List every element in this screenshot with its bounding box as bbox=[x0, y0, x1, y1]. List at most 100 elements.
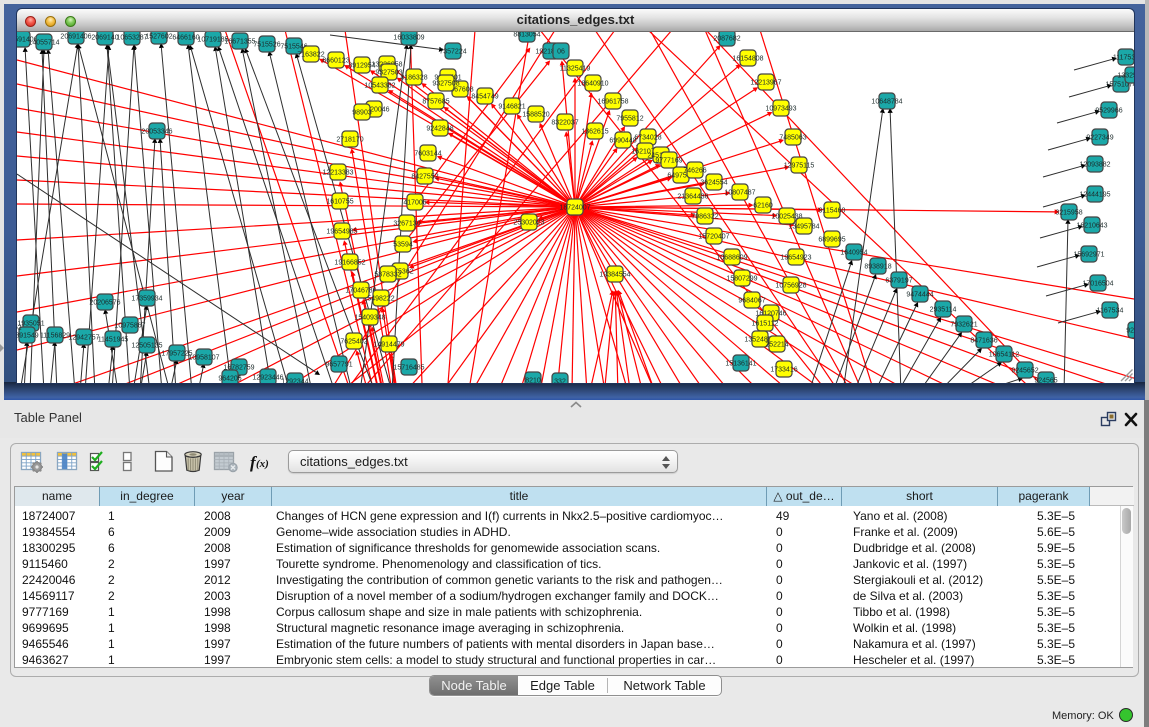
svg-text:15136141: 15136141 bbox=[725, 361, 756, 368]
svg-text:1588520: 1588520 bbox=[522, 112, 549, 119]
svg-text:2069140: 2069140 bbox=[91, 35, 118, 42]
svg-text:18724007: 18724007 bbox=[559, 205, 590, 212]
svg-text:7986322: 7986322 bbox=[691, 214, 718, 221]
svg-text:8322037: 8322037 bbox=[551, 120, 578, 127]
svg-text:10975867: 10975867 bbox=[114, 323, 145, 330]
svg-text:6899695: 6899695 bbox=[818, 237, 845, 244]
svg-text:1733416: 1733416 bbox=[770, 367, 797, 374]
svg-text:92450: 92450 bbox=[1126, 328, 1134, 335]
svg-text:391549: 391549 bbox=[17, 333, 39, 340]
svg-text:16154808: 16154808 bbox=[732, 56, 763, 63]
svg-text:332: 332 bbox=[554, 379, 566, 384]
svg-text:8186328: 8186328 bbox=[400, 75, 427, 82]
svg-text:7485063: 7485063 bbox=[779, 135, 806, 142]
svg-text:1527602: 1527602 bbox=[145, 34, 172, 41]
svg-text:14914479: 14914479 bbox=[373, 342, 404, 349]
svg-text:15807299: 15807299 bbox=[726, 276, 757, 283]
svg-text:9474444: 9474444 bbox=[906, 292, 933, 299]
svg-text:10688609: 10688609 bbox=[716, 255, 747, 262]
svg-text:2935114: 2935114 bbox=[930, 307, 957, 314]
svg-text:11451945: 11451945 bbox=[98, 337, 129, 344]
svg-text:19654923: 19654923 bbox=[780, 255, 811, 262]
svg-text:62160: 62160 bbox=[753, 203, 773, 210]
svg-text:8210: 8210 bbox=[525, 378, 541, 384]
svg-text:25302023: 25302023 bbox=[513, 220, 544, 227]
svg-text:15692971: 15692971 bbox=[1073, 252, 1104, 259]
svg-text:9657791: 9657791 bbox=[325, 362, 352, 369]
svg-text:12942757: 12942757 bbox=[68, 335, 99, 342]
svg-text:15720407: 15720407 bbox=[698, 234, 729, 241]
svg-text:7163822: 7163822 bbox=[297, 52, 324, 59]
svg-text:3624554: 3624554 bbox=[700, 180, 727, 187]
svg-text:20691406: 20691406 bbox=[60, 34, 91, 41]
svg-text:12213383: 12213383 bbox=[322, 170, 353, 177]
svg-text:1292344: 1292344 bbox=[281, 379, 308, 384]
svg-text:10973493: 10973493 bbox=[765, 106, 796, 113]
svg-text:8660123: 8660123 bbox=[322, 58, 349, 65]
svg-text:19654985: 19654985 bbox=[326, 229, 357, 236]
svg-text:1117534: 1117534 bbox=[1113, 55, 1134, 62]
svg-text:16961758: 16961758 bbox=[597, 99, 628, 106]
svg-text:252214: 252214 bbox=[765, 342, 788, 349]
svg-text:2718170: 2718170 bbox=[336, 137, 363, 144]
svg-text:15716485: 15716485 bbox=[393, 365, 424, 372]
svg-text:964206: 964206 bbox=[218, 376, 241, 383]
svg-text:5498222: 5498222 bbox=[367, 296, 394, 303]
svg-text:10653287: 10653287 bbox=[116, 35, 147, 42]
svg-text:7603144: 7603144 bbox=[414, 151, 441, 158]
svg-text:7515526: 7515526 bbox=[253, 42, 280, 49]
svg-text:19166852: 19166852 bbox=[334, 260, 365, 267]
svg-text:9227349: 9227349 bbox=[1086, 135, 1113, 142]
svg-text:12923446: 12923446 bbox=[252, 375, 283, 382]
svg-text:10807487: 10807487 bbox=[724, 190, 755, 197]
svg-text:417006: 417006 bbox=[403, 200, 426, 207]
svg-text:9245652: 9245652 bbox=[1011, 368, 1038, 375]
svg-text:12213967: 12213967 bbox=[750, 80, 781, 87]
svg-text:3215958: 3215958 bbox=[1055, 210, 1082, 217]
svg-text:6466160: 6466160 bbox=[172, 35, 199, 42]
svg-text:9529966: 9529966 bbox=[1095, 108, 1122, 115]
svg-text:12093882: 12093882 bbox=[1079, 162, 1110, 169]
svg-text:6734028: 6734028 bbox=[634, 135, 661, 142]
svg-text:8454749: 8454749 bbox=[471, 94, 498, 101]
svg-text:12975115: 12975115 bbox=[784, 163, 815, 170]
svg-text:16210643: 16210643 bbox=[1076, 223, 1107, 230]
svg-text:11156829: 11156829 bbox=[40, 333, 70, 340]
svg-text:9327503: 9327503 bbox=[375, 70, 402, 77]
svg-text:17016504: 17016504 bbox=[1082, 281, 1113, 288]
svg-text:8938918: 8938918 bbox=[864, 264, 891, 271]
svg-text:9146821: 9146821 bbox=[498, 104, 525, 111]
svg-text:9684067: 9684067 bbox=[738, 298, 765, 305]
svg-text:13495784: 13495784 bbox=[788, 224, 819, 231]
svg-text:1610755: 1610755 bbox=[326, 199, 353, 206]
svg-text:11325419: 11325419 bbox=[560, 66, 591, 73]
svg-text:8813054: 8813054 bbox=[513, 32, 540, 39]
svg-text:13325419: 13325419 bbox=[1117, 73, 1134, 80]
svg-text:16671355: 16671355 bbox=[224, 39, 255, 46]
svg-text:53594: 53594 bbox=[393, 242, 413, 249]
svg-text:6379197: 6379197 bbox=[885, 278, 912, 285]
svg-text:2087682: 2087682 bbox=[713, 36, 740, 43]
svg-text:17359934: 17359934 bbox=[131, 296, 162, 303]
svg-text:1362615: 1362615 bbox=[581, 129, 608, 136]
svg-text:12444195: 12444195 bbox=[1079, 192, 1110, 199]
svg-text:7932621: 7932621 bbox=[950, 322, 977, 329]
svg-text:9115460: 9115460 bbox=[819, 208, 846, 215]
svg-text:19384554: 19384554 bbox=[599, 272, 630, 279]
svg-text:06: 06 bbox=[557, 49, 565, 56]
svg-text:8471636: 8471636 bbox=[970, 338, 997, 345]
svg-text:7625402: 7625402 bbox=[340, 339, 367, 346]
svg-text:21364436: 21364436 bbox=[677, 194, 708, 201]
svg-text:7357224: 7357224 bbox=[439, 49, 466, 56]
svg-text:8757685: 8757685 bbox=[422, 99, 449, 106]
svg-text:9777169: 9777169 bbox=[655, 158, 682, 165]
svg-text:15409348: 15409348 bbox=[354, 315, 385, 322]
svg-text:17046786: 17046786 bbox=[345, 288, 376, 295]
svg-text:20053346: 20053346 bbox=[141, 129, 172, 136]
svg-text:8427552: 8427552 bbox=[411, 174, 438, 181]
svg-text:16033809: 16033809 bbox=[393, 35, 424, 42]
svg-text:9327508: 9327508 bbox=[432, 81, 459, 88]
svg-text:18640910: 18640910 bbox=[577, 81, 608, 88]
svg-text:14055714: 14055714 bbox=[28, 40, 59, 47]
svg-text:10756928: 10756928 bbox=[775, 283, 806, 290]
